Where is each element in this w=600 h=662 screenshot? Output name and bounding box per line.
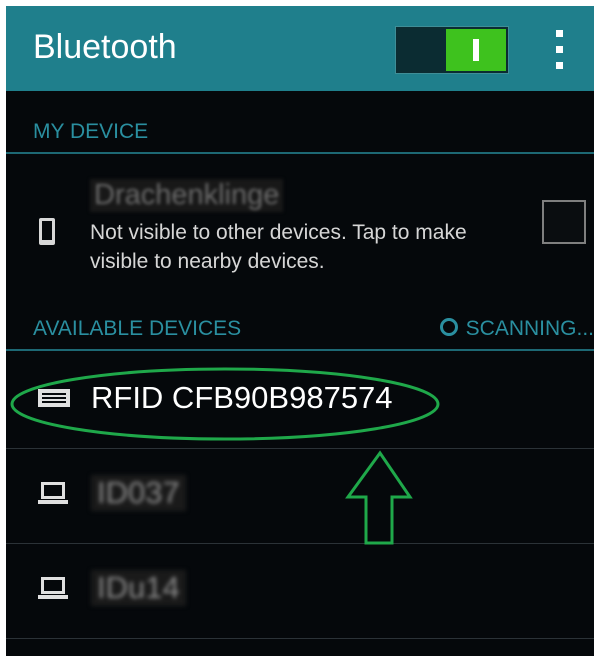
more-vert-icon[interactable] (544, 24, 574, 76)
page-title: Bluetooth (33, 28, 177, 66)
app-bar: Bluetooth (6, 6, 594, 91)
toggle-on-mark (473, 39, 479, 61)
device-name: IDu14 (91, 570, 186, 606)
laptop-icon (38, 577, 68, 601)
my-device-row[interactable]: Drachenklinge Not visible to other devic… (6, 166, 594, 286)
section-available-devices: AVAILABLE DEVICES (33, 317, 242, 340)
scanning-label: SCANNING... (465, 317, 594, 340)
spinner-icon (439, 318, 458, 336)
device-name: ID037 (91, 475, 186, 511)
section-my-device: MY DEVICE (33, 120, 149, 143)
device-name: RFID CFB90B987574 (91, 380, 393, 415)
device-row-rfid[interactable]: RFID CFB90B987574 (6, 354, 594, 448)
android-screen: Bluetooth MY DEVICE Drachenklinge Not vi… (6, 6, 594, 656)
toggle-knob (446, 29, 506, 71)
section-divider (6, 349, 594, 351)
row-divider (6, 638, 594, 639)
device-row-3[interactable]: IDu14 (6, 544, 594, 638)
laptop-icon (38, 482, 68, 506)
device-row-2[interactable]: ID037 (6, 449, 594, 543)
keyboard-icon (38, 389, 70, 407)
scanning-status: SCANNING... (439, 317, 594, 341)
section-divider (6, 152, 594, 154)
visibility-description: Not visible to other devices. Tap to mak… (90, 221, 467, 273)
visibility-checkbox[interactable] (542, 200, 586, 244)
my-device-name: Drachenklinge (90, 179, 284, 212)
phone-icon (39, 218, 55, 245)
bluetooth-toggle[interactable] (395, 26, 509, 74)
